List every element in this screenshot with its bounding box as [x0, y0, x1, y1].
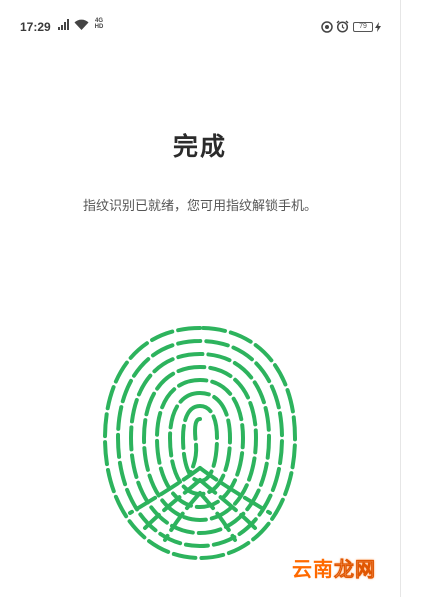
watermark-part2: 龙网: [334, 557, 376, 582]
signal-icon: [58, 19, 69, 30]
wifi-icon: [74, 19, 89, 30]
location-icon: [321, 21, 333, 33]
status-message: 指纹识别已就绪，您可用指纹解锁手机。: [82, 199, 317, 214]
battery-level: 79: [359, 23, 367, 30]
network-label-bottom: HD: [94, 24, 104, 30]
fingerprint-icon: [102, 326, 298, 561]
charging-icon: [375, 22, 381, 32]
status-bar: 17:29 4G HD 79: [0, 0, 400, 46]
watermark-logo: 云南龙网: [292, 553, 376, 582]
alarm-icon: [336, 20, 349, 33]
network-type-label: 4G HD: [92, 18, 106, 30]
screen-edge: [400, 0, 401, 597]
status-time: 17:29: [20, 20, 51, 34]
watermark-part1: 云南: [292, 557, 334, 581]
battery-icon: 79: [353, 22, 373, 32]
phone-screen: 17:29 4G HD 79 完成 指纹识别已就绪，您可用指纹解锁手机。: [0, 0, 400, 597]
page-title: 完成: [172, 132, 227, 161]
